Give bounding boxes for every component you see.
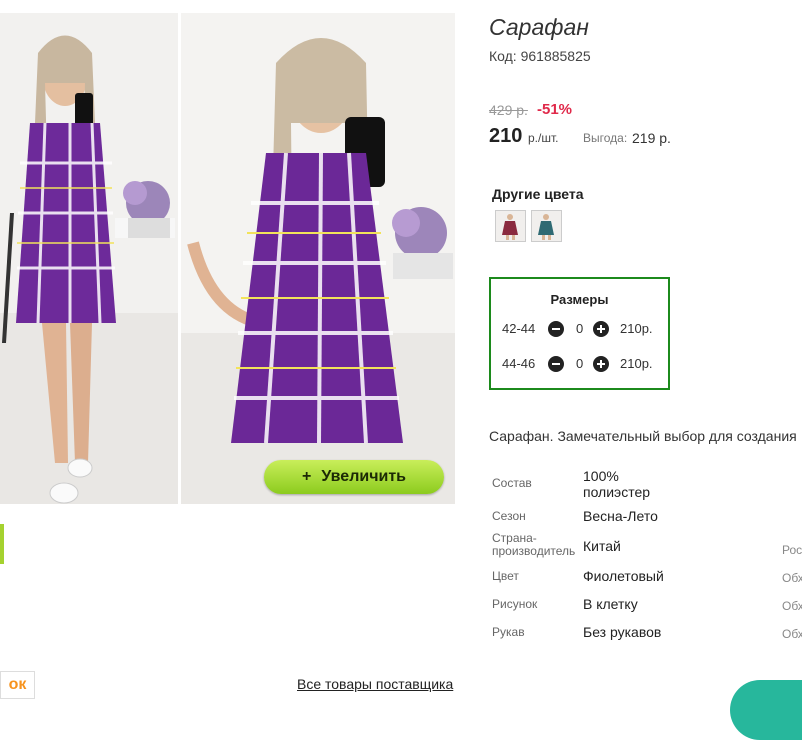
size-price: 210р. xyxy=(620,321,653,336)
size-label: 44-46 xyxy=(502,356,536,371)
minus-icon[interactable] xyxy=(548,356,564,372)
spec-value: Китай xyxy=(583,538,621,554)
ok-icon[interactable]: ок xyxy=(0,671,35,699)
zoom-button-label: Увеличить xyxy=(321,468,406,485)
size-price: 210р. xyxy=(620,356,653,371)
old-price: 429 р. xyxy=(489,102,528,118)
spec-label: Сезон xyxy=(492,509,526,523)
savings-value: 219 р. xyxy=(632,130,671,146)
spec-value: Без рукавов xyxy=(583,624,662,640)
spec-extra: Обх xyxy=(782,599,802,613)
product-description: Сарафан. Замечательный выбор для создани… xyxy=(489,428,797,444)
other-colors-title: Другие цвета xyxy=(492,186,584,202)
size-label: 42-44 xyxy=(502,321,536,336)
current-price: 210 xyxy=(489,125,523,147)
spec-value: Фиолетовый xyxy=(583,568,664,584)
spec-label: Рисунок xyxy=(492,597,538,611)
discount-badge: -51% xyxy=(537,101,573,118)
sizes-panel: Размеры 42-44 0 210р. 44-46 0 210р. xyxy=(489,277,670,390)
spec-extra: Обх xyxy=(782,627,802,641)
spec-label: Рукав xyxy=(492,625,525,639)
color-thumb-1[interactable] xyxy=(495,210,526,242)
size-qty: 0 xyxy=(576,356,584,371)
price-unit: р./шт. xyxy=(528,131,559,145)
size-row: 42-44 0 210р. xyxy=(502,320,662,340)
sizes-title: Размеры xyxy=(550,292,609,307)
spec-value: В клетку xyxy=(583,596,638,612)
side-tab[interactable] xyxy=(0,524,4,564)
spec-label: Страна-производитель xyxy=(492,531,576,558)
zoom-button[interactable]: + Увеличить xyxy=(264,460,444,494)
product-photo-front[interactable] xyxy=(0,13,178,504)
spec-label: Состав xyxy=(492,476,532,490)
chat-widget[interactable] xyxy=(730,680,802,740)
spec-value: Весна-Лето xyxy=(583,508,658,524)
color-thumb-2[interactable] xyxy=(531,210,562,242)
plus-icon[interactable] xyxy=(593,321,609,337)
spec-extra: Обх xyxy=(782,571,802,585)
product-photo-side[interactable] xyxy=(181,13,455,504)
savings-label: Выгода: xyxy=(583,131,628,145)
product-code: Код: 961885825 xyxy=(489,48,591,64)
size-qty: 0 xyxy=(576,321,584,336)
supplier-link[interactable]: Все товары поставщика xyxy=(297,676,453,692)
spec-label: Цвет xyxy=(492,569,519,583)
plus-icon[interactable] xyxy=(593,356,609,372)
plus-icon: + xyxy=(301,468,312,485)
size-row: 44-46 0 210р. xyxy=(502,355,662,375)
spec-value: 100% полиэстер xyxy=(583,468,651,500)
spec-extra: Рос xyxy=(782,543,802,557)
product-title: Сарафан xyxy=(489,14,589,40)
minus-icon[interactable] xyxy=(548,321,564,337)
